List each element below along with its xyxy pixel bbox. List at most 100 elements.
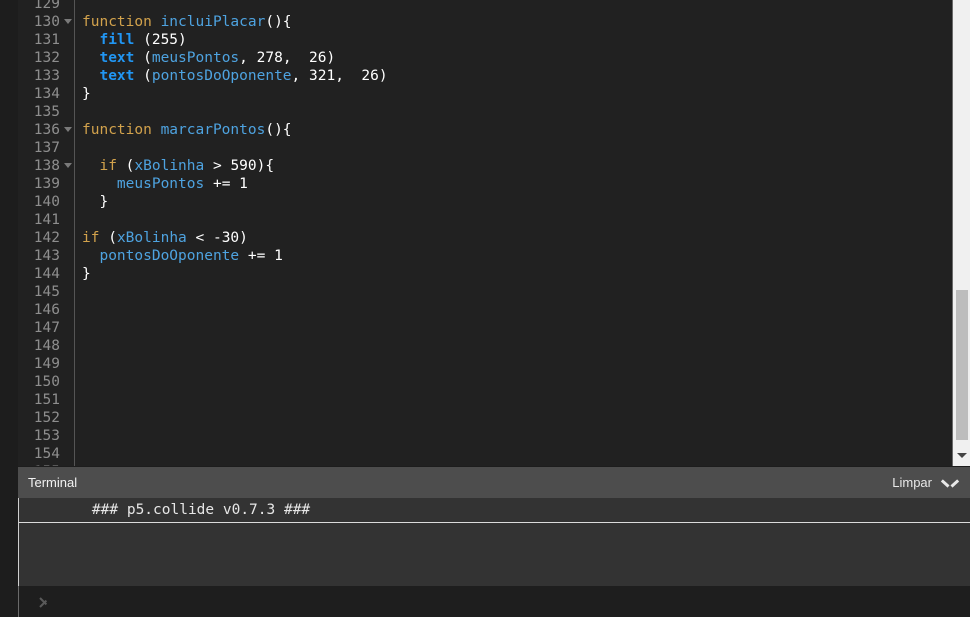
gutter-divider bbox=[74, 247, 75, 265]
terminal-output[interactable]: ### p5.collide v0.7.3 ### bbox=[18, 498, 970, 586]
code-line[interactable]: 131 fill (255) bbox=[18, 31, 952, 49]
code-line[interactable]: 130 function incluiPlacar(){ bbox=[18, 13, 952, 31]
fold-gutter-blank bbox=[62, 409, 74, 427]
code-line[interactable]: 144} bbox=[18, 265, 952, 283]
code-line[interactable]: 145 bbox=[18, 283, 952, 301]
fold-gutter-blank bbox=[62, 319, 74, 337]
line-number: 135 bbox=[33, 104, 60, 120]
code-line-text: } bbox=[82, 265, 952, 283]
code-line[interactable]: 134} bbox=[18, 85, 952, 103]
code-token: < -30) bbox=[186, 230, 248, 246]
code-token: meusPontos bbox=[116, 176, 205, 192]
code-line-text: if (xBolinha > 590){ bbox=[82, 157, 952, 175]
code-token: marcarPontos bbox=[160, 122, 266, 138]
code-line[interactable]: 133 text (pontosDoOponente, 321, 26) bbox=[18, 67, 952, 85]
line-number: 145 bbox=[33, 284, 60, 300]
code-token: ( bbox=[134, 50, 152, 66]
fold-gutter-blank bbox=[62, 445, 74, 463]
code-line-text: if (xBolinha < -30) bbox=[82, 229, 952, 247]
code-line[interactable]: 155 bbox=[18, 463, 952, 466]
code-text-area[interactable]: 129 130 function incluiPlacar(){131 fill (… bbox=[18, 0, 952, 466]
chevron-down-icon[interactable] bbox=[942, 475, 958, 491]
code-token: (){ bbox=[265, 122, 292, 138]
code-token: += 1 bbox=[204, 176, 248, 192]
fold-triangle-icon[interactable] bbox=[62, 13, 74, 31]
line-number: 133 bbox=[33, 68, 60, 84]
scrollbar-thumb[interactable] bbox=[956, 290, 968, 440]
code-token: ( bbox=[134, 68, 152, 84]
scroll-down-arrow-icon[interactable] bbox=[953, 446, 970, 466]
line-number: 152 bbox=[33, 410, 60, 426]
line-number: 134 bbox=[33, 86, 60, 102]
code-line-text: meusPontos += 1 bbox=[82, 175, 952, 193]
code-line[interactable]: 129 bbox=[18, 0, 952, 13]
gutter-divider bbox=[74, 373, 75, 391]
line-number: 142 bbox=[33, 230, 60, 246]
code-line[interactable]: 147 bbox=[18, 319, 952, 337]
code-line-text: function marcarPontos(){ bbox=[82, 121, 952, 139]
line-number: 129 bbox=[33, 0, 60, 12]
code-line[interactable]: 132 text (meusPontos, 278, 26) bbox=[18, 49, 952, 67]
code-line[interactable]: 139 meusPontos += 1 bbox=[18, 175, 952, 193]
line-number: 146 bbox=[33, 302, 60, 318]
line-number: 143 bbox=[33, 248, 60, 264]
code-line[interactable]: 141 bbox=[18, 211, 952, 229]
terminal-header: Terminal Limpar bbox=[18, 467, 970, 498]
gutter-divider bbox=[74, 355, 75, 373]
code-line[interactable]: 150 bbox=[18, 373, 952, 391]
fold-gutter-blank bbox=[62, 283, 74, 301]
code-editor[interactable]: 129 130 function incluiPlacar(){131 fill (… bbox=[0, 0, 970, 466]
code-token: > 590){ bbox=[204, 158, 275, 174]
code-line[interactable]: 151 bbox=[18, 391, 952, 409]
gutter-divider bbox=[74, 85, 75, 103]
fold-gutter-blank bbox=[62, 175, 74, 193]
code-line[interactable]: 136 function marcarPontos(){ bbox=[18, 121, 952, 139]
code-line[interactable]: 152 bbox=[18, 409, 952, 427]
code-line[interactable]: 135 bbox=[18, 103, 952, 121]
editor-vertical-scrollbar[interactable] bbox=[952, 0, 970, 466]
fold-gutter-blank bbox=[62, 193, 74, 211]
code-token: pontosDoOponente bbox=[151, 68, 292, 84]
code-line[interactable]: 140 } bbox=[18, 193, 952, 211]
code-line-list: 129 130 function incluiPlacar(){131 fill (… bbox=[18, 0, 952, 466]
gutter-divider bbox=[74, 445, 75, 463]
line-number: 131 bbox=[33, 32, 60, 48]
code-line[interactable]: 153 bbox=[18, 427, 952, 445]
code-token: if bbox=[99, 158, 117, 174]
code-token: (255) bbox=[134, 32, 187, 48]
fold-triangle-icon[interactable] bbox=[62, 121, 74, 139]
terminal-input-row[interactable] bbox=[18, 586, 970, 617]
fold-gutter-blank bbox=[62, 463, 74, 466]
code-line[interactable]: 146 bbox=[18, 301, 952, 319]
code-line[interactable]: 137 bbox=[18, 139, 952, 157]
code-line[interactable]: 142 if (xBolinha < -30) bbox=[18, 229, 952, 247]
terminal-clear-button[interactable]: Limpar bbox=[892, 475, 932, 490]
line-number: 137 bbox=[33, 140, 60, 156]
code-line[interactable]: 138 if (xBolinha > 590){ bbox=[18, 157, 952, 175]
fold-triangle-icon[interactable] bbox=[62, 157, 74, 175]
code-token: pontosDoOponente bbox=[99, 248, 240, 264]
line-number: 151 bbox=[33, 392, 60, 408]
code-line[interactable]: 154 bbox=[18, 445, 952, 463]
editor-window: 129 130 function incluiPlacar(){131 fill (… bbox=[0, 0, 970, 617]
gutter-divider bbox=[74, 13, 75, 31]
code-token: meusPontos bbox=[151, 50, 240, 66]
gutter-divider bbox=[74, 67, 75, 85]
code-line[interactable]: 148 bbox=[18, 337, 952, 355]
chevron-right-icon bbox=[37, 595, 51, 609]
gutter-divider bbox=[74, 283, 75, 301]
gutter-divider bbox=[74, 31, 75, 49]
code-line[interactable]: 149 bbox=[18, 355, 952, 373]
code-line[interactable]: 143 pontosDoOponente += 1 bbox=[18, 247, 952, 265]
line-number: 148 bbox=[33, 338, 60, 354]
line-number: 140 bbox=[33, 194, 60, 210]
